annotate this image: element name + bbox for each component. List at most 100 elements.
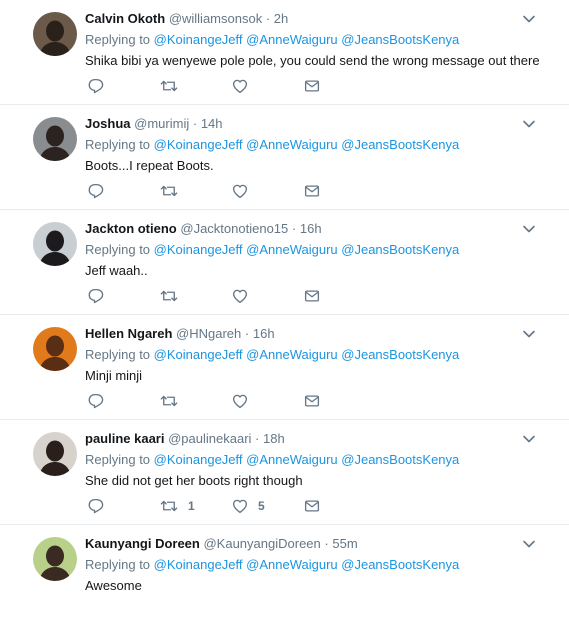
tweet-actions bbox=[87, 77, 347, 97]
direct-message-button[interactable] bbox=[303, 392, 321, 410]
like-button[interactable]: 5 bbox=[231, 497, 265, 515]
tweet[interactable]: Jackton otieno @Jacktonotieno15 · 16h Re… bbox=[0, 210, 569, 315]
retweet-button[interactable] bbox=[159, 392, 188, 410]
replying-label: Replying to bbox=[85, 137, 151, 152]
reply-button[interactable] bbox=[87, 392, 105, 410]
retweet-button[interactable] bbox=[159, 182, 188, 200]
avatar[interactable] bbox=[33, 432, 77, 476]
chevron-down-icon[interactable] bbox=[522, 117, 536, 131]
mention-link[interactable]: @JeansBootsKenya bbox=[341, 242, 459, 257]
like-button[interactable] bbox=[231, 182, 258, 200]
mention-link[interactable]: @KoinangeJeff bbox=[154, 242, 243, 257]
mention-link[interactable]: @KoinangeJeff bbox=[154, 137, 243, 152]
tweet-actions bbox=[87, 392, 347, 412]
mention-link[interactable]: @JeansBootsKenya bbox=[341, 452, 459, 467]
reply-icon bbox=[87, 77, 105, 95]
avatar[interactable] bbox=[33, 222, 77, 266]
mention-link[interactable]: @AnneWaiguru bbox=[246, 557, 337, 572]
author-handle[interactable]: @paulinekaari bbox=[168, 431, 251, 446]
reply-icon bbox=[87, 287, 105, 305]
chevron-down-icon[interactable] bbox=[522, 537, 536, 551]
separator-dot: · bbox=[192, 116, 198, 131]
mention-link[interactable]: @AnneWaiguru bbox=[246, 347, 337, 362]
reply-button[interactable] bbox=[87, 287, 105, 305]
author-name[interactable]: Hellen Ngareh bbox=[85, 326, 172, 341]
reply-button[interactable] bbox=[87, 182, 105, 200]
direct-message-button[interactable] bbox=[303, 497, 321, 515]
author-handle[interactable]: @murimij bbox=[134, 116, 189, 131]
tweet[interactable]: Kaunyangi Doreen @KaunyangiDoreen · 55m … bbox=[0, 525, 569, 630]
heart-icon bbox=[231, 287, 249, 305]
author-name[interactable]: Calvin Okoth bbox=[85, 11, 165, 26]
author-handle[interactable]: @Jacktonotieno15 bbox=[180, 221, 288, 236]
heart-icon bbox=[231, 182, 249, 200]
separator-dot: · bbox=[291, 221, 297, 236]
tweet[interactable]: Hellen Ngareh @HNgareh · 16h Replying to… bbox=[0, 315, 569, 420]
avatar[interactable] bbox=[33, 117, 77, 161]
reply-button[interactable] bbox=[87, 77, 105, 95]
avatar[interactable] bbox=[33, 327, 77, 371]
mention-link[interactable]: @JeansBootsKenya bbox=[341, 32, 459, 47]
chevron-down-icon[interactable] bbox=[522, 432, 536, 446]
timestamp[interactable]: 16h bbox=[253, 326, 275, 341]
mention-link[interactable]: @KoinangeJeff bbox=[154, 347, 243, 362]
mention-link[interactable]: @JeansBootsKenya bbox=[341, 557, 459, 572]
retweet-icon bbox=[159, 497, 179, 515]
author-handle[interactable]: @HNgareh bbox=[176, 326, 241, 341]
avatar[interactable] bbox=[33, 537, 77, 581]
mention-link[interactable]: @KoinangeJeff bbox=[154, 557, 243, 572]
separator-dot: · bbox=[255, 431, 260, 446]
retweet-button[interactable] bbox=[159, 287, 188, 305]
author-name[interactable]: Jackton otieno bbox=[85, 221, 177, 236]
retweet-icon bbox=[159, 77, 179, 95]
reply-button[interactable] bbox=[87, 497, 105, 515]
author-name[interactable]: Joshua bbox=[85, 116, 131, 131]
replying-to: Replying to @KoinangeJeff @AnneWaiguru @… bbox=[85, 451, 459, 469]
timestamp[interactable]: 2h bbox=[274, 11, 288, 26]
mention-link[interactable]: @AnneWaiguru bbox=[246, 137, 337, 152]
mention-link[interactable]: @AnneWaiguru bbox=[246, 32, 337, 47]
replying-label: Replying to bbox=[85, 557, 151, 572]
direct-message-button[interactable] bbox=[303, 182, 321, 200]
direct-message-button[interactable] bbox=[303, 77, 321, 95]
replying-label: Replying to bbox=[85, 32, 151, 47]
retweet-button[interactable] bbox=[159, 77, 188, 95]
replying-label: Replying to bbox=[85, 452, 151, 467]
tweet[interactable]: Joshua @murimij · 14h Replying to @Koina… bbox=[0, 105, 569, 210]
mention-link[interactable]: @KoinangeJeff bbox=[154, 32, 243, 47]
mention-link[interactable]: @AnneWaiguru bbox=[246, 242, 337, 257]
mention-link[interactable]: @JeansBootsKenya bbox=[341, 137, 459, 152]
timestamp[interactable]: 18h bbox=[263, 431, 285, 446]
author-name[interactable]: pauline kaari bbox=[85, 431, 164, 446]
tweet-actions bbox=[87, 287, 347, 307]
timestamp[interactable]: 14h bbox=[201, 116, 223, 131]
like-button[interactable] bbox=[231, 392, 258, 410]
chevron-down-icon[interactable] bbox=[522, 222, 536, 236]
mention-link[interactable]: @JeansBootsKenya bbox=[341, 347, 459, 362]
tweet-text: Minji minji bbox=[85, 368, 143, 383]
chevron-down-icon[interactable] bbox=[522, 12, 536, 26]
mention-link[interactable]: @KoinangeJeff bbox=[154, 452, 243, 467]
tweet-actions bbox=[87, 182, 347, 202]
tweet-text: Boots...I repeat Boots. bbox=[85, 158, 214, 173]
envelope-icon bbox=[303, 77, 321, 95]
retweet-button[interactable]: 1 bbox=[159, 497, 195, 515]
chevron-down-icon[interactable] bbox=[522, 327, 536, 341]
like-count: 5 bbox=[258, 499, 265, 513]
tweet[interactable]: pauline kaari @paulinekaari · 18h Replyi… bbox=[0, 420, 569, 525]
author-handle[interactable]: @KaunyangiDoreen bbox=[203, 536, 320, 551]
envelope-icon bbox=[303, 287, 321, 305]
author-handle[interactable]: @williamsonsok bbox=[169, 11, 262, 26]
avatar[interactable] bbox=[33, 12, 77, 56]
tweet[interactable]: Calvin Okoth @williamsonsok · 2h Replyin… bbox=[0, 0, 569, 105]
like-button[interactable] bbox=[231, 287, 258, 305]
timestamp[interactable]: 55m bbox=[332, 536, 357, 551]
author-name[interactable]: Kaunyangi Doreen bbox=[85, 536, 200, 551]
replying-to: Replying to @KoinangeJeff @AnneWaiguru @… bbox=[85, 346, 459, 364]
separator-dot: · bbox=[244, 326, 250, 341]
timestamp[interactable]: 16h bbox=[300, 221, 322, 236]
replying-to: Replying to @KoinangeJeff @AnneWaiguru @… bbox=[85, 31, 459, 49]
direct-message-button[interactable] bbox=[303, 287, 321, 305]
like-button[interactable] bbox=[231, 77, 258, 95]
mention-link[interactable]: @AnneWaiguru bbox=[246, 452, 337, 467]
